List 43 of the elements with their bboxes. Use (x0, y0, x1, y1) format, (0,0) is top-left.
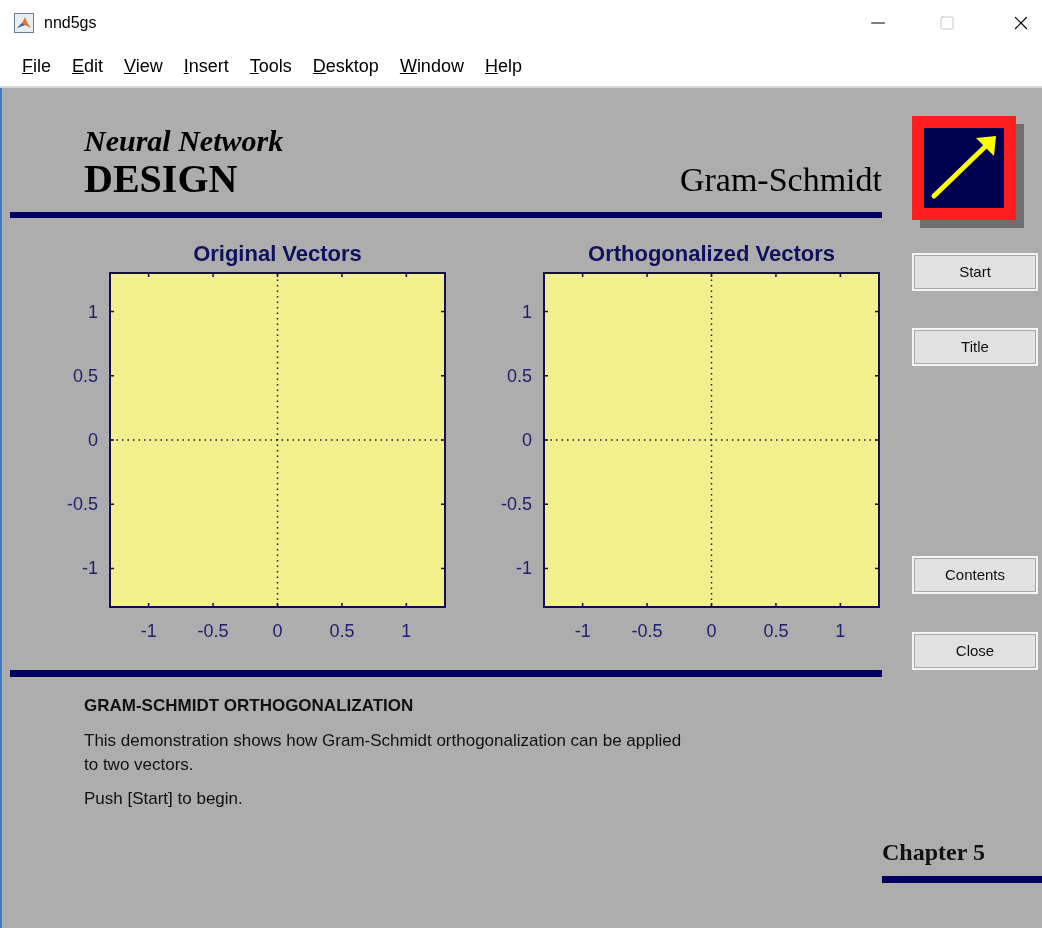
demo-name: Gram-Schmidt (679, 160, 882, 200)
y-tick-label: -0.5 (66, 494, 98, 515)
window-title: nnd5gs (44, 13, 97, 33)
plot-title: Orthogonalized Vectors (588, 241, 835, 266)
menu-item[interactable]: Window (399, 52, 464, 80)
y-tick-label: 1 (522, 301, 532, 322)
push-button[interactable]: Contents (912, 556, 1038, 594)
y-tick-label: -0.5 (500, 494, 532, 515)
x-tick-label: -1 (140, 621, 157, 641)
x-tick-label: 1 (401, 621, 412, 641)
menu-item[interactable]: Insert (183, 52, 229, 80)
push-button[interactable]: Start (912, 253, 1038, 291)
push-button[interactable]: Title (912, 328, 1038, 366)
y-tick-label: -1 (82, 558, 98, 579)
menu-item[interactable]: File (22, 52, 51, 80)
x-tick-label: 1 (835, 621, 846, 641)
subtitle: Neural Network (84, 124, 284, 158)
app-icon (14, 13, 34, 33)
x-tick-label: 0.5 (329, 621, 355, 641)
chapter-label: Chapter 5 (882, 838, 986, 866)
plot-title: Original Vectors (193, 241, 362, 266)
description-text: Push [Start] to begin. (84, 787, 244, 810)
y-tick-label: 0 (88, 430, 98, 450)
x-tick-label: 0.5 (763, 621, 789, 641)
x-tick-label: -1 (574, 621, 591, 641)
y-tick-label: 0 (522, 430, 532, 450)
description-text: This demonstration shows how Gram-Schmidt orthogonalization can be applied to two vectors. (84, 729, 683, 776)
menu-item[interactable]: View (124, 52, 163, 80)
menu-item[interactable]: Desktop (312, 52, 379, 80)
title: DESIGN (84, 158, 239, 200)
section-heading: GRAM-SCHMIDT ORTHOGONALIZATION (84, 695, 415, 717)
x-tick-label: 0 (706, 621, 717, 641)
x-tick-label: -0.5 (631, 621, 663, 641)
y-tick-label: 1 (88, 301, 98, 322)
y-tick-label: -1 (516, 558, 532, 579)
menu-item[interactable]: Edit (72, 52, 104, 80)
y-tick-label: 0.5 (72, 365, 98, 386)
menu-item[interactable]: Tools (249, 52, 292, 80)
y-tick-label: 0.5 (506, 365, 532, 386)
x-tick-label: 0 (272, 621, 283, 641)
push-button[interactable]: Close (912, 632, 1038, 670)
menu-item[interactable]: Help (484, 52, 522, 80)
x-tick-label: -0.5 (197, 621, 229, 641)
